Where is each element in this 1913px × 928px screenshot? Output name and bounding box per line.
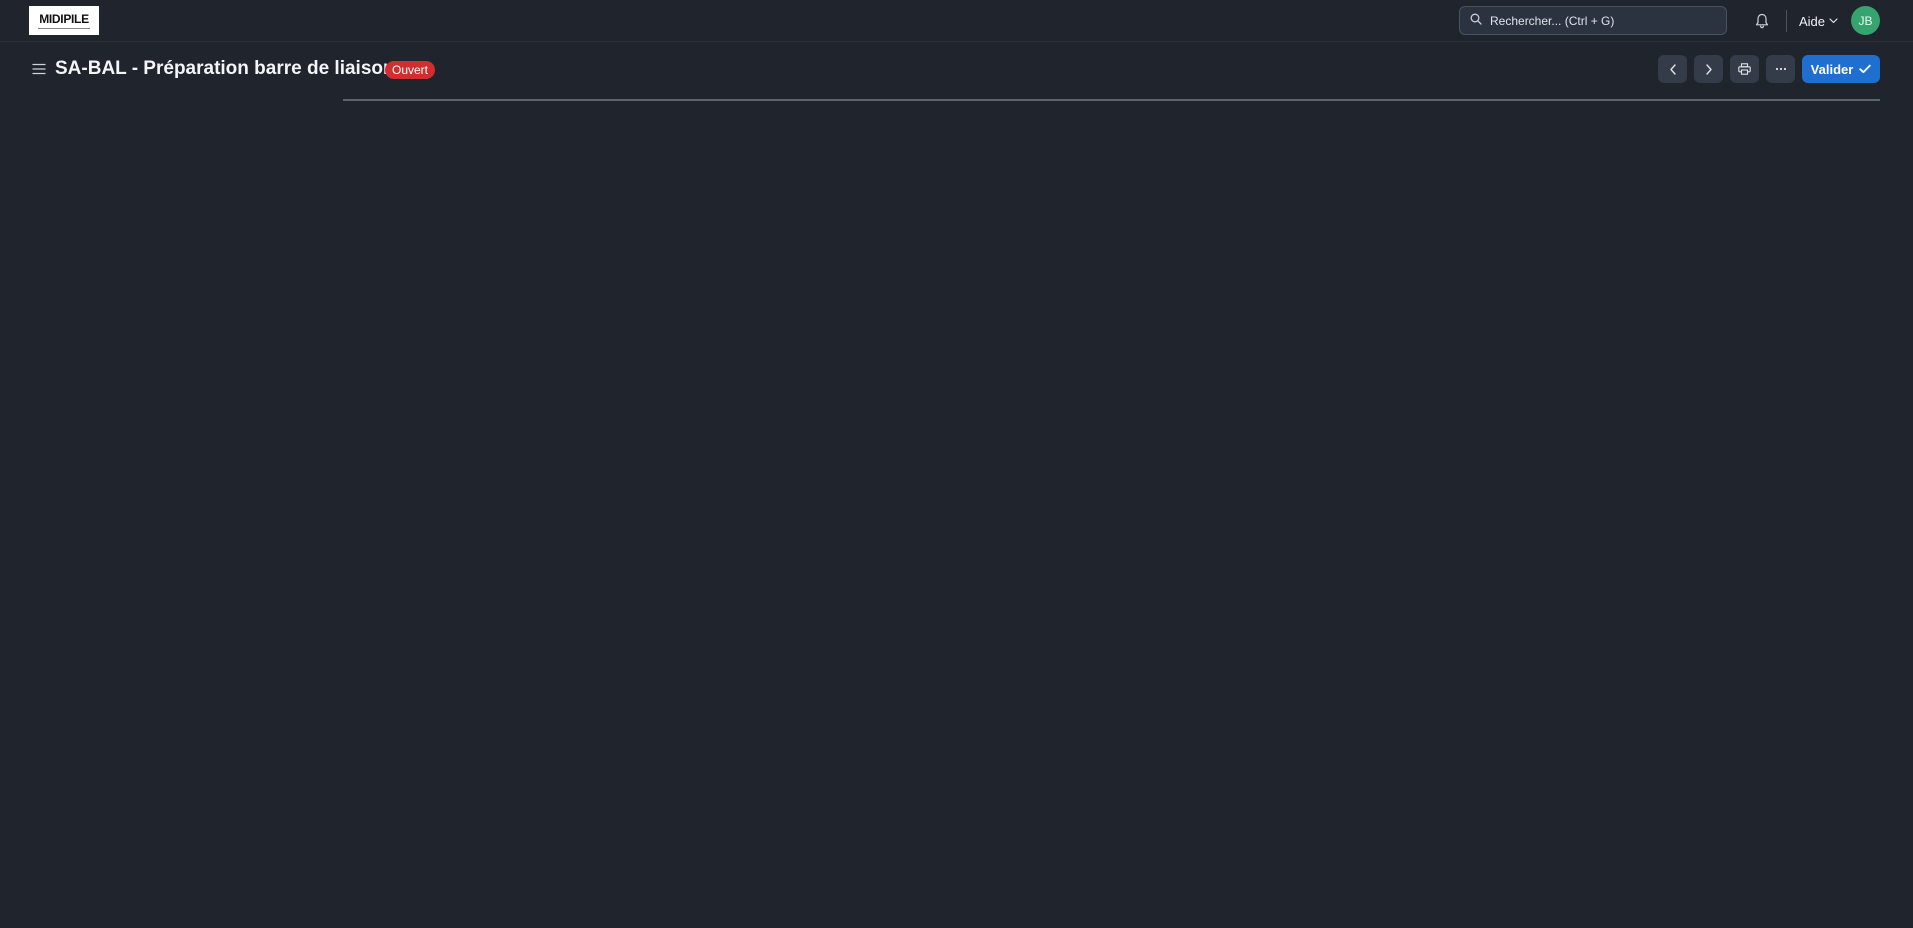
navbar-divider <box>1786 10 1787 32</box>
chevron-right-icon <box>1705 63 1712 75</box>
ellipsis-icon <box>1775 67 1786 71</box>
check-icon <box>1859 64 1872 74</box>
help-dropdown[interactable]: Aide <box>1799 11 1838 31</box>
logo-underline <box>38 27 90 29</box>
app-logo[interactable]: MIDIPILE <box>29 6 99 35</box>
content-divider <box>343 99 1880 101</box>
chevron-left-icon <box>1669 63 1676 75</box>
notifications-bell-icon[interactable] <box>1753 11 1771 31</box>
validate-button-label: Valider <box>1810 61 1854 77</box>
hamburger-menu-icon[interactable] <box>31 62 47 76</box>
page-header: SA-BAL - Préparation barre de liaison Ou… <box>0 43 1913 95</box>
logo-text: MIDIPILE <box>39 11 89 26</box>
printer-icon <box>1738 63 1751 75</box>
more-actions-button[interactable] <box>1766 55 1795 83</box>
page-title: SA-BAL - Préparation barre de liaison <box>55 58 395 79</box>
status-badge: Ouvert <box>385 61 436 79</box>
top-navbar: MIDIPILE Aide JB <box>0 0 1913 42</box>
print-button[interactable] <box>1730 55 1759 83</box>
next-document-button[interactable] <box>1694 55 1723 83</box>
help-label: Aide <box>1799 13 1826 29</box>
previous-document-button[interactable] <box>1658 55 1687 83</box>
chevron-down-icon <box>1829 18 1838 24</box>
avatar-initials: JB <box>1858 13 1873 28</box>
search-bar[interactable] <box>1459 6 1727 35</box>
search-input[interactable] <box>1490 13 1710 28</box>
validate-button[interactable]: Valider <box>1802 55 1880 83</box>
user-avatar[interactable]: JB <box>1851 6 1880 35</box>
search-icon <box>1470 12 1482 30</box>
